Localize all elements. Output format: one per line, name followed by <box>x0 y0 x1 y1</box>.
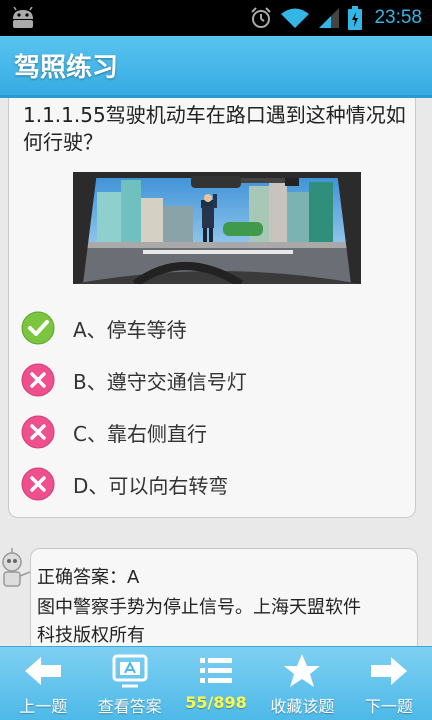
wifi-icon <box>281 8 310 28</box>
question-list-button[interactable]: 55/898 <box>173 647 259 720</box>
explanation-line: 科技版权所有 <box>37 625 145 646</box>
progress-counter: 55/898 <box>185 693 247 712</box>
list-icon <box>200 658 233 683</box>
option-label: A、停车等待 <box>73 317 187 342</box>
view-answer-button[interactable]: 查看答案 <box>86 647 172 720</box>
android-icon <box>13 7 33 28</box>
prev-question-button[interactable]: 上一题 <box>0 647 86 720</box>
favorite-label: 收藏该题 <box>270 697 335 716</box>
star-icon <box>284 654 321 687</box>
option-a[interactable]: A、停车等待 <box>21 308 401 348</box>
page-title: 驾照练习 <box>14 53 119 83</box>
arrow-right-icon <box>370 657 407 685</box>
answer-panel: 正确答案：A 图中警察手势为停止信号。上海天盟软件 科技版权所有 <box>30 548 418 658</box>
cross-icon <box>21 363 55 397</box>
bottom-toolbar: 上一题 查看答案 55/898 收藏该题 下一题 <box>0 646 432 720</box>
option-label: B、遵守交通信号灯 <box>73 369 247 394</box>
option-label: D、可以向右转弯 <box>73 473 229 498</box>
app-header: 驾照练习 <box>0 36 432 98</box>
explanation-line: 图中警察手势为停止信号。上海天盟软件 <box>37 597 361 618</box>
prev-question-label: 上一题 <box>19 697 68 716</box>
cross-icon <box>21 467 55 501</box>
question-text: 1.1.1.55驾驶机动车在路口遇到这种情况如何行驶？ <box>23 103 406 154</box>
signal-icon <box>319 8 340 28</box>
robot-icon <box>2 548 30 587</box>
option-b[interactable]: B、遵守交通信号灯 <box>21 360 401 400</box>
view-answer-label: 查看答案 <box>97 697 162 716</box>
next-question-label: 下一题 <box>364 697 413 716</box>
question-card: 1.1.1.55驾驶机动车在路口遇到这种情况如何行驶？ A、停车等待 B、遵守交… <box>8 98 416 518</box>
battery-charging-icon <box>348 6 363 30</box>
check-icon <box>21 311 55 345</box>
option-c[interactable]: C、靠右侧直行 <box>21 412 401 452</box>
status-clock: 23:58 <box>374 7 422 28</box>
favorite-button[interactable]: 收藏该题 <box>259 647 345 720</box>
option-label: C、靠右侧直行 <box>73 421 207 446</box>
next-question-button[interactable]: 下一题 <box>346 647 432 720</box>
answer-icon <box>112 654 148 688</box>
correct-answer: 正确答案：A <box>37 567 140 588</box>
arrow-left-icon <box>25 657 62 685</box>
cross-icon <box>21 415 55 449</box>
option-d[interactable]: D、可以向右转弯 <box>21 464 401 504</box>
status-bar: 23:58 <box>0 0 432 36</box>
question-image <box>73 172 361 284</box>
alarm-icon <box>251 7 272 28</box>
